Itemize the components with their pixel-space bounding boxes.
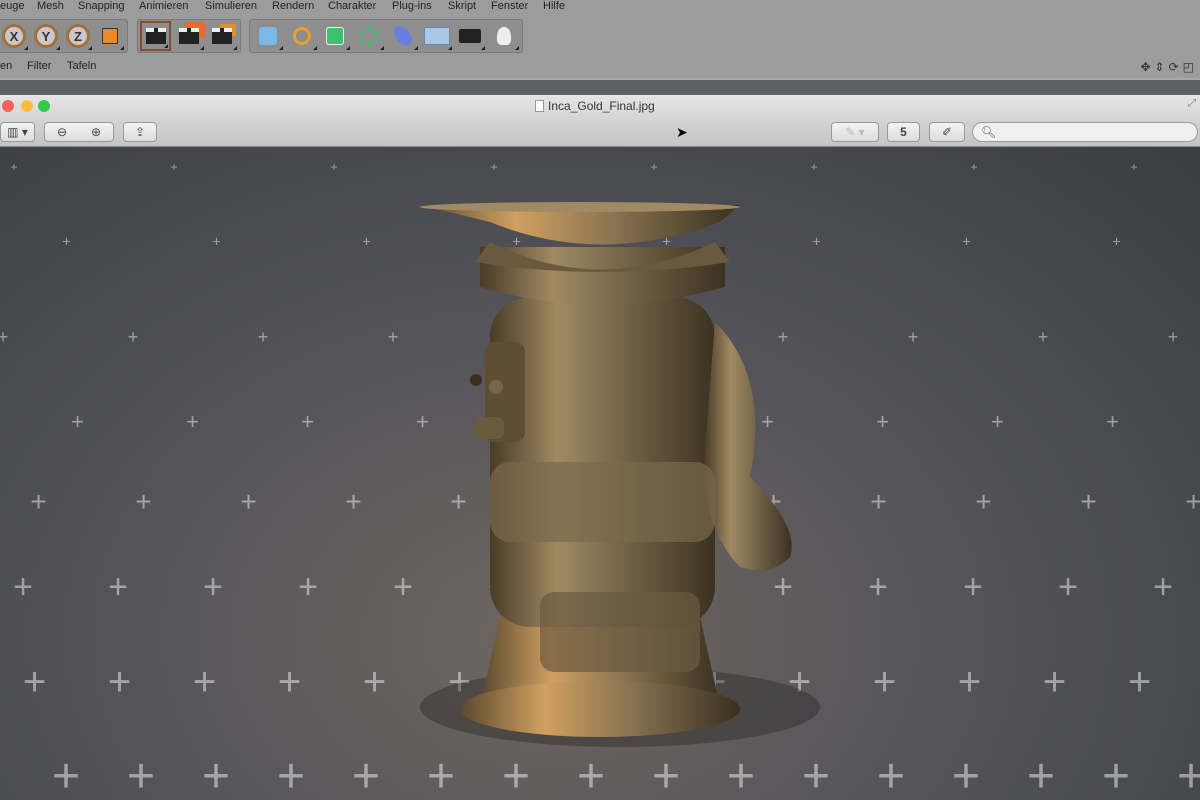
menu-hilfe[interactable]: Hilfe	[543, 0, 565, 12]
viewport-menu-tafeln[interactable]: Tafeln	[67, 60, 96, 72]
subdivision-button[interactable]	[320, 21, 352, 51]
axis-toolbar: X Y Z	[0, 19, 128, 53]
render-settings-button[interactable]	[207, 21, 238, 51]
viewport-nav: ✥ ⇕ ⟳ ◰	[1140, 60, 1194, 74]
maximize-view-icon[interactable]: ◰	[1183, 60, 1194, 74]
zoom-in-icon[interactable]: ⊕	[91, 125, 101, 139]
menu-bar: euge Mesh Snapping Animieren Simulieren …	[0, 0, 1200, 14]
menu-charakter[interactable]: Charakter	[328, 0, 376, 12]
render-toolbar	[137, 19, 241, 53]
spline-icon	[292, 27, 311, 45]
minimize-button[interactable]	[21, 100, 33, 112]
zoom-button[interactable]	[38, 100, 50, 112]
coordinate-icon	[102, 28, 118, 44]
search-icon: 🔍︎	[981, 125, 997, 139]
menu-snapping[interactable]: Snapping	[78, 0, 125, 12]
subdivision-icon	[326, 27, 345, 45]
deformer-icon	[390, 23, 416, 49]
floor-button[interactable]	[421, 21, 453, 51]
viewport-menu-filter[interactable]: Filter	[27, 60, 51, 72]
z-axis-lock-button[interactable]: Z	[63, 21, 93, 51]
menu-animieren[interactable]: Animieren	[139, 0, 189, 12]
share-icon: ⇪	[134, 125, 146, 139]
file-icon	[535, 100, 544, 112]
menu-plugins[interactable]: Plug-ins	[392, 0, 432, 12]
golden-vase-render	[420, 202, 820, 747]
zoom-out-icon[interactable]: ⊖	[57, 125, 67, 139]
viewport-strip	[0, 78, 1200, 96]
render-picture-viewer-button[interactable]	[173, 21, 204, 51]
zoom-group: ⊖ ⊕	[44, 122, 114, 142]
cloner-icon	[359, 26, 380, 46]
menu-werkzeuge[interactable]: euge	[0, 0, 24, 12]
y-axis-lock-button[interactable]: Y	[31, 21, 61, 51]
pencil-icon: ✐	[941, 125, 953, 139]
light-button[interactable]	[488, 21, 520, 51]
menu-rendern[interactable]: Rendern	[272, 0, 314, 12]
sidebar-view-button[interactable]: ▥ ▾	[0, 122, 35, 142]
coordinate-system-button[interactable]	[95, 21, 125, 51]
title-bar: Inca_Gold_Final.jpg ⤢	[0, 95, 1200, 117]
preview-window: Inca_Gold_Final.jpg ⤢ ▥ ▾ ⊖ ⊕ ⇪ ✎ ▾ 5 ✐ 🔍…	[0, 95, 1200, 800]
rendered-image: + + + + + + + + + + + + + + + + + + + + + + + + + + + + + + + + + + + + + + + +…	[0, 147, 1200, 800]
dolly-icon[interactable]: ⇕	[1155, 60, 1165, 74]
clapperboard-icon	[179, 28, 200, 44]
viewport-menu-ansicht[interactable]: en	[0, 60, 12, 72]
search-field[interactable]: 🔍︎	[972, 122, 1198, 142]
light-bulb-icon	[497, 27, 512, 45]
spline-button[interactable]	[286, 21, 318, 51]
floor-icon	[423, 27, 450, 45]
cube-icon	[258, 27, 277, 45]
move-icon[interactable]: ✥	[1140, 60, 1150, 74]
edit-button[interactable]: ✐	[929, 122, 965, 142]
preview-toolbar: ▥ ▾ ⊖ ⊕ ⇪ ✎ ▾ 5 ✐ 🔍︎	[0, 117, 1200, 147]
menu-mesh[interactable]: Mesh	[37, 0, 64, 12]
clapperboard-gear-icon	[212, 28, 233, 44]
mouse-cursor: ➤	[676, 124, 688, 140]
rotate-icon[interactable]: ⟳	[1169, 60, 1179, 74]
share-button[interactable]: ⇪	[123, 122, 157, 142]
menu-fenster[interactable]: Fenster	[491, 0, 528, 12]
array-button[interactable]	[353, 21, 385, 51]
x-axis-lock-button[interactable]: X	[0, 21, 29, 51]
camera-button[interactable]	[455, 21, 487, 51]
camera-icon	[459, 29, 482, 43]
object-toolbar	[249, 19, 523, 53]
sidebar-icon: ▥ ▾	[7, 125, 28, 139]
menu-simulieren[interactable]: Simulieren	[205, 0, 257, 12]
render-view-button[interactable]	[140, 21, 172, 51]
signature-button[interactable]: ✎ ▾	[831, 122, 879, 142]
rotate-label: 5	[900, 125, 907, 139]
signature-icon: ✎ ▾	[845, 125, 865, 139]
menu-skript[interactable]: Skript	[448, 0, 476, 12]
deformer-button[interactable]	[387, 21, 419, 51]
fullscreen-icon[interactable]: ⤢	[1188, 98, 1196, 109]
search-input[interactable]	[1000, 124, 1197, 140]
cube-button[interactable]	[252, 21, 284, 51]
clapperboard-icon	[145, 28, 166, 44]
close-button[interactable]	[2, 100, 14, 112]
window-title: Inca_Gold_Final.jpg	[548, 99, 655, 113]
rotate-button[interactable]: 5	[887, 122, 920, 142]
